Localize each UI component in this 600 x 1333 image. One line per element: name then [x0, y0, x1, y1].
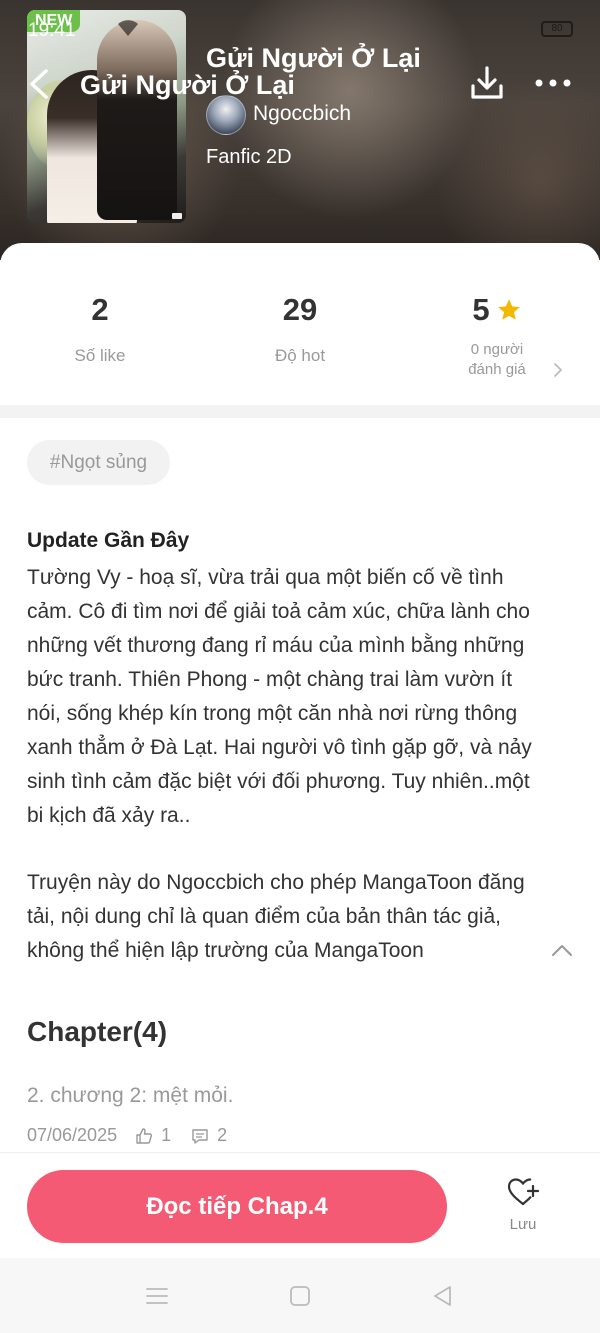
save-label: Lưu	[509, 1216, 537, 1233]
likes-label: Số like	[74, 346, 126, 365]
author-name[interactable]: Ngoccbich	[253, 102, 351, 126]
back-arrow-icon[interactable]	[26, 68, 52, 100]
stat-likes: 2 Số like	[0, 290, 200, 366]
chapter-likes: 1	[161, 1125, 172, 1145]
rating-value-row: 5	[472, 290, 521, 330]
description-text: Tường Vy - hoạ sĩ, vừa trải qua một biến…	[27, 566, 532, 827]
thumbs-up-icon	[136, 1127, 153, 1144]
wifi-icon	[118, 20, 138, 36]
stats-row: 2 Số like 29 Độ hot 5 0 người đánh giá	[0, 290, 600, 405]
rating-label: 0 người đánh giá	[397, 340, 597, 380]
rating-value: 5	[472, 292, 490, 327]
battery-icon: 80	[541, 21, 573, 37]
genre-label[interactable]: Fanfic 2D	[206, 146, 292, 169]
author-avatar[interactable]	[206, 95, 246, 135]
chapter-meta: 07/06/2025 1 2	[27, 1125, 247, 1146]
stat-hot: 29 Độ hot	[200, 290, 400, 366]
chapter-heading[interactable]: Chapter(4)	[27, 1016, 167, 1048]
menu-icon[interactable]	[144, 1284, 170, 1308]
chapter-comments: 2	[217, 1125, 228, 1145]
download-icon[interactable]	[468, 64, 506, 102]
status-time: 19:41	[28, 20, 76, 41]
tag-chip[interactable]: #Ngọt sủng	[27, 440, 170, 485]
comment-icon	[192, 1128, 208, 1144]
save-button[interactable]: Lưu	[488, 1176, 558, 1246]
book-title: Gửi Người Ở Lại	[206, 43, 421, 73]
hot-count: 29	[282, 292, 318, 327]
chevron-up-icon[interactable]	[550, 940, 574, 960]
cover-art-figure	[97, 20, 177, 220]
chevron-right-icon[interactable]	[552, 362, 564, 378]
more-options-icon[interactable]	[533, 70, 573, 96]
back-triangle-icon[interactable]	[430, 1284, 456, 1308]
cover-art-mark	[172, 213, 182, 219]
home-icon[interactable]	[287, 1284, 313, 1308]
chapter-title[interactable]: 2. chương 2: mệt mỏi.	[27, 1084, 233, 1108]
description-heading: Update Gần Đây	[27, 529, 190, 552]
stat-rating[interactable]: 5 0 người đánh giá	[397, 290, 597, 380]
rating-label-line2: đánh giá	[468, 361, 526, 378]
star-icon	[497, 299, 520, 320]
rating-label-line1: 0 người	[470, 341, 524, 358]
nav-title: Gửi Người Ở Lại	[80, 70, 295, 100]
hot-label: Độ hot	[274, 346, 326, 365]
heart-plus-icon	[507, 1178, 540, 1206]
continue-reading-button[interactable]: Đọc tiếp Chap.4	[27, 1170, 447, 1243]
disclaimer-text: Truyện này do Ngoccbich cho phép MangaTo…	[27, 871, 525, 962]
section-divider	[0, 405, 600, 418]
likes-count: 2	[91, 292, 109, 327]
chapter-date: 07/06/2025	[27, 1125, 118, 1145]
